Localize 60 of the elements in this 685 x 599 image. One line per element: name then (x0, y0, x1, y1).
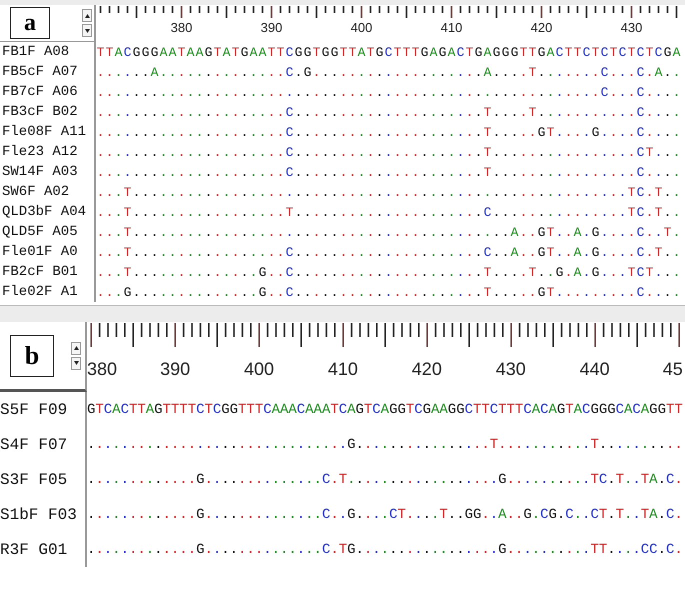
sequence-bases: ...T.................T.....................C...............TC.T.. (96, 204, 681, 220)
sequence-bases: TTACGGGAATAAGTATGAATTCGGTGGTTATGCTTTGAGACTGAGGGTTGACTTCTCTCTCTCGA (96, 44, 681, 60)
sequence-bases: ........................................................C...C.... (96, 84, 681, 100)
sequence-name: S5F F09 (0, 392, 87, 427)
ruler-number: 380 (87, 358, 118, 381)
sequence-name: R3F G01 (0, 532, 87, 567)
ruler-number: 420 (410, 358, 443, 381)
sequence-name: FB2cF B01 (0, 262, 96, 282)
sequence-name: Fle01F A0 (0, 242, 96, 262)
sequence-name: FB5cF A07 (0, 62, 96, 82)
ruler-number: 430 (494, 358, 527, 381)
scroll-up-button[interactable] (71, 342, 81, 354)
ruler-number: 400 (242, 358, 276, 381)
ruler-number: 400 (350, 19, 374, 37)
sequence-name: FB1F A08 (0, 42, 96, 62)
sequence-name: Fle02F A1 (0, 282, 96, 302)
sequence-bases: .............G..............C.TG.................G..........TT....CC.C. (87, 542, 683, 558)
sequence-bases: GTCACTTAGTTTTCTCGGTTTCAAACAAATCAGTCAGGTCGAAGGCTTCTTTCACAGTACGGGCACAGGTT (87, 402, 683, 418)
sequence-bases: .....................C.....................T................C.... (96, 164, 681, 180)
sequence-name: QLD3bF A04 (0, 202, 96, 222)
sequence-bases: .............G..............C.T..................G..........TC.T..TA.C. (87, 472, 683, 488)
ruler-number: 440 (578, 358, 611, 381)
sequence-bases: .............G..............C..G....CT....T..GG..A..G.CG.C..CT.T..TA.C. (87, 506, 683, 522)
down-arrow-icon (84, 28, 90, 32)
sequence-bases: ...T.................C.....................C..A..GT..A.G....C.T.. (96, 244, 681, 260)
ruler-number: 380 (170, 19, 194, 37)
scroll-up-button[interactable] (82, 9, 92, 22)
sequence-name: S1bF F03 (0, 497, 87, 532)
sequence-bases: ...T..........................................A..GT..A.G....C..T. (96, 224, 681, 240)
down-arrow-icon (74, 361, 78, 365)
panel-label: b (10, 334, 54, 376)
scroll-down-button[interactable] (82, 24, 92, 37)
sequence-bases: ...T.......................................................TC.T.. (96, 184, 681, 200)
sequence-name: SW6F A02 (0, 182, 96, 202)
sequence-name: S4F F07 (0, 427, 87, 462)
sequence-bases: .....................C.....................T....T...........C.... (96, 104, 681, 120)
sequence-bases: .....................C.....................T................CT... (96, 144, 681, 160)
sequence-name: Fle23 A12 (0, 142, 96, 162)
ruler-number: 410 (326, 358, 359, 381)
ruler-number: 420 (530, 19, 554, 37)
sequence-bases: ...G..............G..C.....................T.....GT.........C.... (96, 284, 681, 300)
sequence-name: SW14F A03 (0, 162, 96, 182)
sequence-bases: ...T..............G..C.....................T....T..G.A.G...TCT... (96, 264, 681, 280)
sequence-name: S3F F05 (0, 462, 87, 497)
ruler-number: 410 (440, 19, 464, 37)
sequence-bases: .....................C.....................T.....GT....G....C.... (96, 124, 681, 140)
up-arrow-icon (84, 14, 90, 18)
ruler-number: 390 (260, 19, 284, 37)
ruler-number: 430 (620, 19, 644, 37)
sequence-name: FB7cF A06 (0, 82, 96, 102)
sequence-name: FB3cF B02 (0, 102, 96, 122)
ruler-number: 390 (159, 358, 192, 381)
up-arrow-icon (74, 346, 78, 350)
sequence-name: QLD5F A05 (0, 222, 96, 242)
ruler-number: 45 (662, 358, 683, 381)
sequence-bases: ......A..............C.G...................A....T.......C...C.A.. (96, 64, 681, 80)
scroll-down-button[interactable] (71, 356, 81, 370)
sequence-bases: ...............................G................T...........T.......... (87, 436, 683, 452)
panel-label: a (10, 7, 50, 39)
sequence-name: Fle08F A11 (0, 122, 96, 142)
